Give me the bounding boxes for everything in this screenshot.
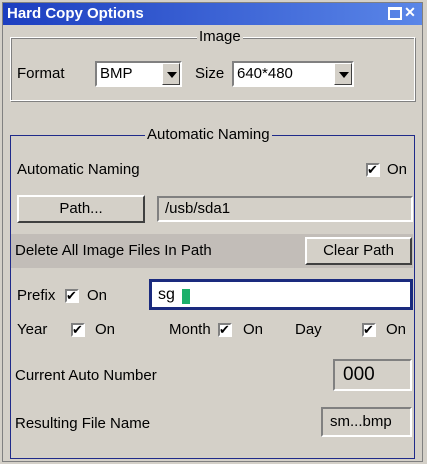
month-label: Month <box>169 321 211 338</box>
year-on-label: On <box>95 321 116 338</box>
current-auto-number-label: Current Auto Number <box>15 367 157 384</box>
hard-copy-options-window: Hard Copy Options ✕ Image Format BMP Siz… <box>2 2 423 462</box>
automatic-naming-legend: Automatic Naming <box>145 126 272 144</box>
path-button[interactable]: Path... <box>17 195 145 223</box>
day-checkbox[interactable] <box>362 320 376 340</box>
chevron-down-icon[interactable] <box>162 63 180 85</box>
prefix-label: Prefix <box>17 287 56 304</box>
year-checkbox[interactable] <box>71 320 85 340</box>
prefix-checkbox[interactable] <box>65 286 79 306</box>
size-label: Size <box>195 65 225 82</box>
path-field: /usb/sda1 <box>157 196 413 222</box>
image-group-legend: Image <box>197 28 243 46</box>
prefix-value: sg <box>158 286 175 303</box>
current-auto-number-field: 000 <box>333 359 412 391</box>
format-label: Format <box>17 65 65 82</box>
automatic-naming-label: Automatic Naming <box>17 161 140 178</box>
automatic-naming-on-label: On <box>387 161 408 178</box>
day-on-label: On <box>386 321 407 338</box>
window-title: Hard Copy Options <box>7 5 144 22</box>
delete-all-images-button[interactable]: Delete All Image Files In Path <box>15 242 212 260</box>
text-cursor <box>182 289 190 304</box>
month-checkbox[interactable] <box>218 320 232 340</box>
resulting-file-name-label: Resulting File Name <box>15 415 151 432</box>
chevron-down-icon[interactable] <box>334 63 352 85</box>
maximize-icon[interactable] <box>388 7 402 20</box>
format-value: BMP <box>100 65 133 82</box>
year-label: Year <box>17 321 48 338</box>
prefix-input[interactable]: sg <box>149 279 413 310</box>
format-select[interactable]: BMP <box>95 61 182 87</box>
resulting-file-name-field: sm...bmp <box>321 407 412 437</box>
day-label: Day <box>295 321 322 338</box>
size-select[interactable]: 640*480 <box>232 61 354 87</box>
month-on-label: On <box>243 321 264 338</box>
automatic-naming-checkbox[interactable] <box>366 160 380 180</box>
title-bar[interactable]: Hard Copy Options ✕ <box>3 3 422 25</box>
size-value: 640*480 <box>237 65 293 82</box>
clear-path-button[interactable]: Clear Path <box>305 237 412 265</box>
prefix-on-label: On <box>87 287 108 304</box>
close-icon[interactable]: ✕ <box>402 5 418 21</box>
